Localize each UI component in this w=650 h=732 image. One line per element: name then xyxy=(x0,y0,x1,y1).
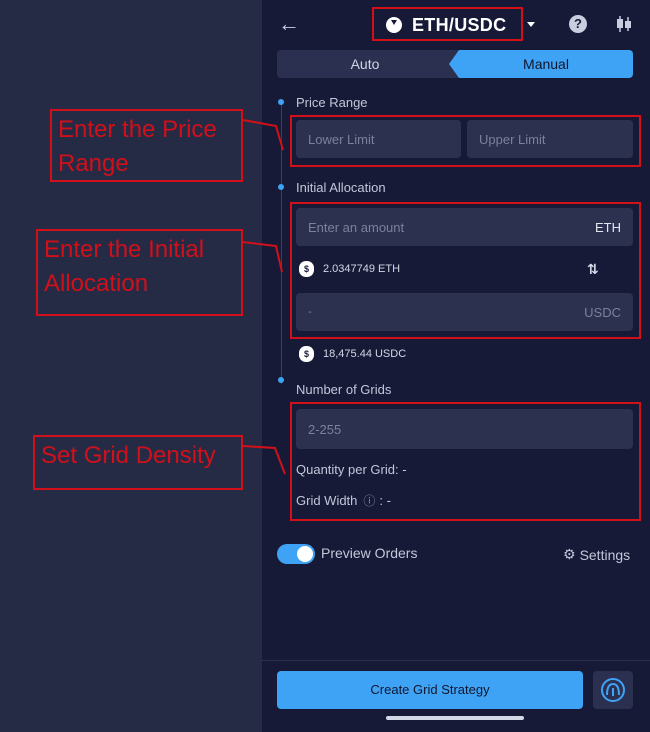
timeline-dot xyxy=(278,377,284,383)
annotation-line: Set Grid Density xyxy=(41,442,216,469)
back-arrow-icon[interactable]: ← xyxy=(278,12,300,36)
chevron-down-icon[interactable] xyxy=(527,22,535,27)
money-bag-icon: $ xyxy=(299,346,314,362)
annotation-line: Allocation xyxy=(44,270,149,297)
number-of-grids-label: Number of Grids xyxy=(296,382,392,397)
pair-highlight-box xyxy=(372,7,523,41)
preview-orders-toggle[interactable] xyxy=(277,544,315,564)
annotation-line: Range xyxy=(58,150,129,177)
create-grid-strategy-button[interactable]: Create Grid Strategy xyxy=(277,671,583,709)
grid-density-annotation: Set Grid Density xyxy=(33,435,243,490)
settings-button[interactable]: ⚙ Settings xyxy=(563,546,630,563)
footer-divider xyxy=(262,660,650,661)
timeline-line xyxy=(281,104,282,384)
initial-allocation-label: Initial Allocation xyxy=(296,180,386,195)
fingerprint-icon[interactable] xyxy=(593,671,633,709)
annotation-line: Enter the Initial xyxy=(44,236,205,263)
initial-allocation-annotation: Enter the Initial Allocation xyxy=(36,229,243,316)
mode-tabs: Auto Manual xyxy=(277,50,633,78)
tab-manual[interactable]: Manual xyxy=(449,50,633,78)
gear-icon: ⚙ xyxy=(563,546,576,562)
grid-density-highlight-box xyxy=(290,402,641,521)
price-range-highlight-box xyxy=(290,115,641,167)
home-indicator xyxy=(386,716,524,720)
settings-label: Settings xyxy=(579,546,631,563)
candlestick-icon[interactable] xyxy=(614,14,634,34)
price-range-label: Price Range xyxy=(296,95,368,110)
toggle-knob xyxy=(297,546,313,562)
annotation-line: Enter the Price xyxy=(58,116,217,143)
timeline-dot xyxy=(278,184,284,190)
price-range-annotation: Enter the Price Range xyxy=(50,109,243,182)
tab-auto[interactable]: Auto xyxy=(277,50,453,78)
timeline-dot xyxy=(278,99,284,105)
usdc-balance-row: $ 18,475.44 USDC xyxy=(299,346,406,362)
help-icon[interactable]: ? xyxy=(569,15,587,33)
usdc-balance: 18,475.44 USDC xyxy=(323,348,407,360)
preview-orders-label: Preview Orders xyxy=(321,545,418,561)
allocation-highlight-box xyxy=(290,202,641,339)
